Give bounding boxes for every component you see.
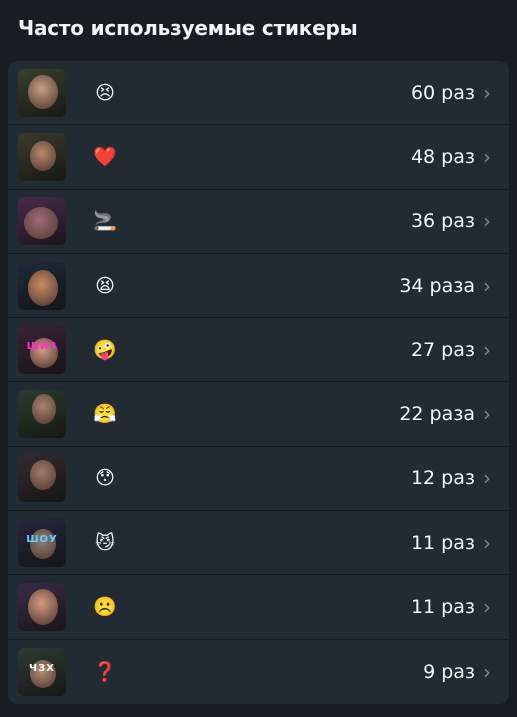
chevron-right-icon: › xyxy=(483,144,491,169)
section-title: Часто используемые стикеры xyxy=(18,16,358,40)
usage-count: 22 раза xyxy=(399,403,475,426)
sticker-emoji: 🚬 xyxy=(93,210,117,233)
sticker-emoji: 😣 xyxy=(95,81,115,104)
sticker-emoji: 😼 xyxy=(95,531,115,554)
sticker-row[interactable]: ШОУ 😼 11 раз › xyxy=(8,511,509,576)
sticker-emoji: 🤪 xyxy=(93,338,117,361)
sticker-emoji: 😯 xyxy=(95,467,115,490)
sticker-row[interactable]: 😤 22 раза › xyxy=(8,382,509,447)
sticker-row[interactable]: 😯 12 раз › xyxy=(8,447,509,512)
chevron-right-icon: › xyxy=(483,337,491,362)
sticker-list: 😣 60 раз › ❤️ 48 раз › 🚬 36 раз › 😫 34 р… xyxy=(8,61,509,704)
sticker-thumbnail xyxy=(18,390,66,439)
sticker-thumbnail xyxy=(18,197,66,246)
sticker-thumbnail xyxy=(18,132,66,181)
chevron-right-icon: › xyxy=(483,80,491,105)
usage-count: 11 раз xyxy=(410,596,475,619)
sticker-emoji: 😤 xyxy=(93,403,117,426)
chevron-right-icon: › xyxy=(483,530,491,555)
chevron-right-icon: › xyxy=(483,595,491,620)
sticker-thumbnail: ЧЗХ xyxy=(18,647,66,696)
chevron-right-icon: › xyxy=(483,273,491,298)
chevron-right-icon: › xyxy=(483,466,491,491)
sticker-emoji: 😫 xyxy=(95,274,115,297)
usage-count: 11 раз xyxy=(410,531,475,554)
sticker-emoji: ☹️ xyxy=(93,596,117,619)
sticker-row[interactable]: ☹️ 11 раз › xyxy=(8,575,509,640)
usage-count: 12 раз xyxy=(410,467,475,490)
sticker-thumbnail: ШИЗ xyxy=(18,325,66,374)
sticker-thumbnail xyxy=(18,454,66,503)
usage-count: 36 раз xyxy=(410,210,475,233)
usage-count: 48 раз xyxy=(410,145,475,168)
sticker-thumbnail-text: ЧЗХ xyxy=(29,662,55,674)
sticker-thumbnail xyxy=(18,68,66,117)
usage-count: 60 раз xyxy=(410,81,475,104)
sticker-thumbnail: ШОУ xyxy=(18,518,66,567)
sticker-thumbnail xyxy=(18,583,66,632)
sticker-thumbnail-text: ШИЗ xyxy=(26,340,58,352)
sticker-row[interactable]: ❤️ 48 раз › xyxy=(8,125,509,190)
usage-count: 9 раз xyxy=(423,660,475,683)
sticker-row[interactable]: ЧЗХ ❓ 9 раз › xyxy=(8,640,509,704)
sticker-row[interactable]: 😣 60 раз › xyxy=(8,61,509,126)
sticker-thumbnail xyxy=(18,261,66,310)
sticker-row[interactable]: 🚬 36 раз › xyxy=(8,190,509,254)
sticker-emoji: ❓ xyxy=(93,660,117,683)
chevron-right-icon: › xyxy=(483,402,491,427)
sticker-row[interactable]: ШИЗ 🤪 27 раз › xyxy=(8,318,509,383)
sticker-thumbnail-text: ШОУ xyxy=(26,533,58,545)
chevron-right-icon: › xyxy=(483,209,491,234)
usage-count: 34 раза xyxy=(399,274,475,297)
usage-count: 27 раз xyxy=(410,338,475,361)
chevron-right-icon: › xyxy=(483,659,491,684)
sticker-emoji: ❤️ xyxy=(93,145,117,168)
sticker-row[interactable]: 😫 34 раза › xyxy=(8,254,509,319)
